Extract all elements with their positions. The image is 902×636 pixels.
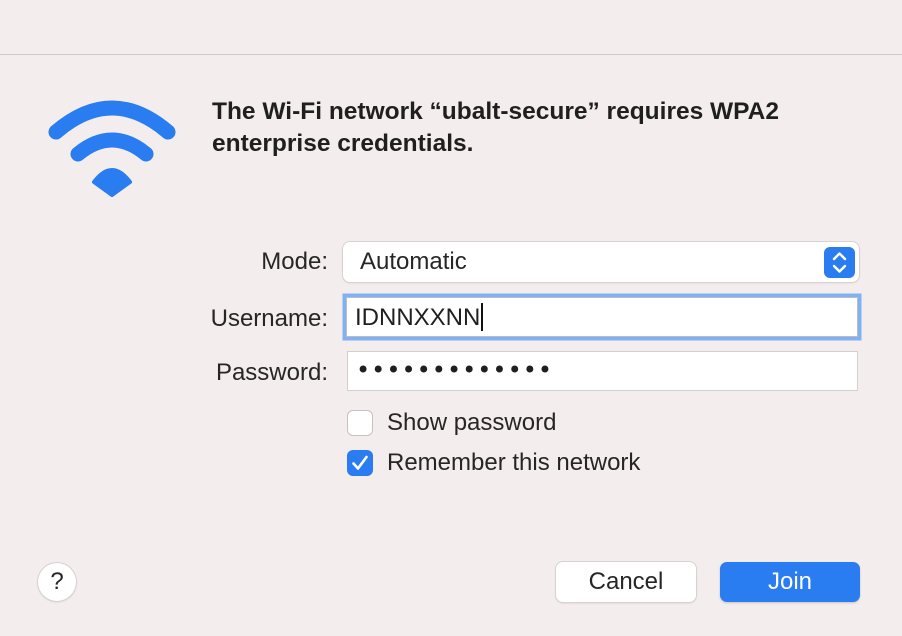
mode-label: Mode: xyxy=(261,248,328,275)
help-button[interactable]: ? xyxy=(38,563,76,601)
show-password-checkbox[interactable] xyxy=(347,410,373,436)
show-password-label[interactable]: Show password xyxy=(387,409,556,437)
username-field[interactable]: IDNNXXNN xyxy=(346,297,858,337)
text-caret xyxy=(481,303,484,331)
remember-network-checkbox[interactable] xyxy=(347,450,373,476)
remember-network-label[interactable]: Remember this network xyxy=(387,449,640,477)
wifi-icon xyxy=(48,100,176,197)
username-label: Username: xyxy=(210,305,328,332)
password-label: Password: xyxy=(215,359,328,386)
cancel-button[interactable]: Cancel xyxy=(556,562,696,602)
join-button[interactable]: Join xyxy=(720,562,860,602)
dialog-message: The Wi-Fi network “ubalt-secure” require… xyxy=(212,98,780,157)
mode-select[interactable]: Automatic xyxy=(343,242,859,282)
password-field[interactable]: ••••••••••••• xyxy=(347,351,858,391)
chevron-up-down-icon[interactable] xyxy=(824,247,855,278)
dialog-titlebar xyxy=(0,0,902,55)
mode-value: Automatic xyxy=(360,248,467,275)
wifi-credentials-dialog: The Wi-Fi network “ubalt-secure” require… xyxy=(0,0,902,636)
password-value: ••••••••••••• xyxy=(356,356,554,384)
checkmark-icon xyxy=(352,455,368,470)
username-value: IDNNXXNN xyxy=(355,304,481,331)
